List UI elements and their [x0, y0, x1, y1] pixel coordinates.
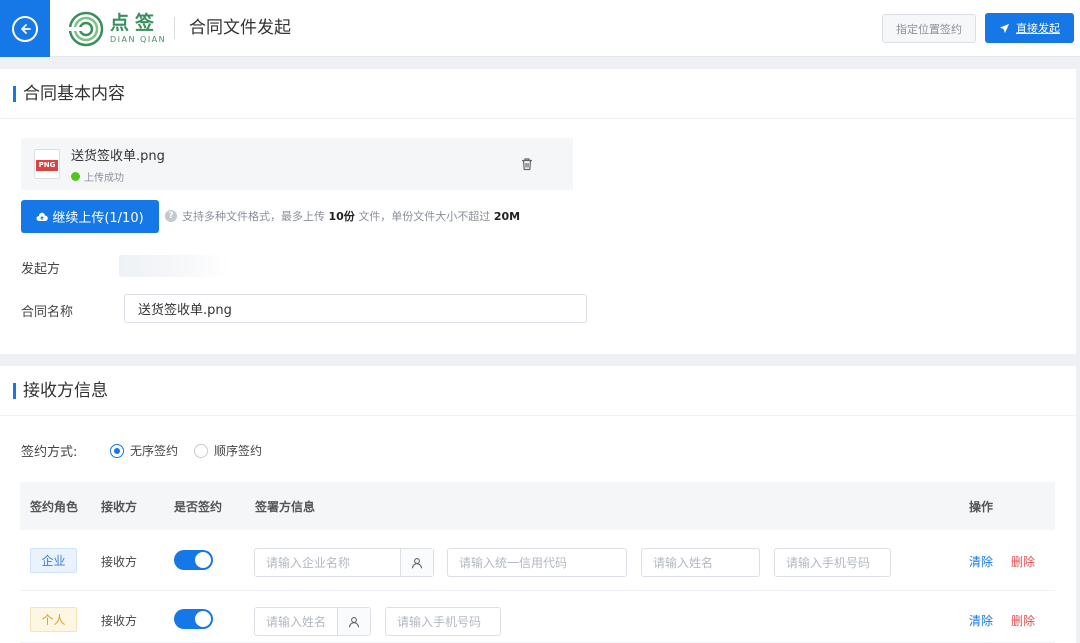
- receiver-label: 接收方: [101, 555, 138, 569]
- contract-name-label: 合同名称: [21, 305, 74, 320]
- file-name: 送货签收单.png: [71, 149, 165, 164]
- page-title: 合同文件发起: [189, 18, 291, 38]
- logo-text-cn: 点签: [110, 12, 161, 34]
- table-header: 签约角色 接收方 是否签约 签署方信息 操作: [20, 482, 1055, 530]
- logo-text-en: DIAN QIAN: [110, 35, 167, 44]
- upload-status-text: 上传成功: [84, 173, 124, 184]
- tip-max-files: 10份: [328, 210, 355, 223]
- success-dot-icon: [71, 172, 80, 181]
- section-accent-bar: [13, 383, 16, 399]
- radio-ordered[interactable]: 顺序签约: [194, 442, 262, 459]
- col-actions: 操作: [969, 500, 994, 514]
- sign-toggle[interactable]: [174, 550, 213, 570]
- png-file-icon: PNG: [34, 149, 60, 179]
- delete-link[interactable]: 删除: [1011, 553, 1035, 570]
- file-type-tag: PNG: [36, 160, 58, 171]
- locate-sign-button[interactable]: 指定位置签约: [882, 14, 976, 43]
- arrow-left-icon: [12, 15, 38, 42]
- role-badge-individual: 个人: [30, 607, 77, 632]
- radio-selected-icon: [110, 443, 124, 458]
- radio-unordered[interactable]: 无序签约: [110, 442, 178, 459]
- role-badge-enterprise: 企业: [30, 548, 77, 573]
- section-title: 接收方信息: [23, 381, 108, 401]
- upload-status: 上传成功: [71, 169, 124, 184]
- phone-input[interactable]: 请输入手机号码: [774, 548, 891, 577]
- col-sign: 是否签约: [174, 500, 223, 514]
- col-signer-info: 签署方信息: [255, 500, 316, 514]
- continue-upload-label: 继续上传(1/10): [52, 211, 144, 226]
- receiver-label: 接收方: [101, 614, 138, 628]
- radio-ordered-label: 顺序签约: [214, 444, 263, 458]
- initiator-value-redacted: [119, 255, 229, 277]
- divider: [174, 17, 175, 39]
- question-icon: ?: [165, 210, 177, 222]
- tip-middle: 文件，单份文件大小不超过: [358, 210, 491, 223]
- signer-name-placeholder: 请输入姓名: [266, 615, 327, 629]
- delete-link[interactable]: 删除: [1011, 612, 1035, 629]
- uploaded-file-item: PNG 送货签收单.png 上传成功: [21, 138, 573, 190]
- radio-unselected-icon: [194, 443, 208, 458]
- company-name-placeholder: 请输入企业名称: [266, 556, 351, 570]
- col-role: 签约角色: [30, 500, 79, 514]
- logo-mark-icon: [68, 11, 104, 47]
- sign-toggle[interactable]: [174, 609, 213, 629]
- tip-prefix: 支持多种文件格式，最多上传: [182, 210, 325, 223]
- table-row: 企业 接收方 请输入企业名称 请输入统一信用代码 请输入姓名 请输入手机号码 清…: [20, 531, 1055, 591]
- section-title: 合同基本内容: [23, 84, 125, 104]
- credit-code-input[interactable]: 请输入统一信用代码: [447, 548, 627, 577]
- section-accent-bar: [13, 86, 16, 102]
- contract-basic-section: 合同基本内容 PNG 送货签收单.png 上传成功 继续上传(1/10) ? 支…: [0, 69, 1076, 354]
- cloud-upload-icon: [36, 212, 49, 221]
- brand-logo: 点签 DIAN QIAN: [66, 8, 166, 50]
- contract-name-input[interactable]: 送货签收单.png: [124, 294, 587, 323]
- send-icon: [999, 23, 1010, 33]
- trash-icon[interactable]: [520, 157, 534, 171]
- user-icon[interactable]: [337, 608, 370, 635]
- col-receiver: 接收方: [101, 500, 138, 514]
- tip-max-size: 20M: [493, 210, 521, 223]
- direct-send-label: 直接发起: [1016, 22, 1060, 35]
- user-icon[interactable]: [400, 549, 433, 576]
- radio-unordered-label: 无序签约: [130, 444, 179, 458]
- continue-upload-button[interactable]: 继续上传(1/10): [21, 200, 159, 233]
- signer-name-input[interactable]: 请输入姓名: [254, 607, 371, 636]
- receiver-info-section: 接收方信息 签约方式: 无序签约 顺序签约 签约角色 接收方 是否签约 签署方信…: [0, 366, 1076, 643]
- clear-link[interactable]: 清除: [969, 612, 993, 629]
- initiator-label: 发起方: [21, 262, 61, 277]
- direct-send-button[interactable]: 直接发起: [985, 13, 1074, 43]
- clear-link[interactable]: 清除: [969, 553, 993, 570]
- company-name-input[interactable]: 请输入企业名称: [254, 548, 434, 577]
- back-button[interactable]: [0, 0, 50, 57]
- upload-tip: ? 支持多种文件格式，最多上传 10份 文件，单份文件大小不超过 20M: [165, 208, 520, 224]
- top-bar: 点签 DIAN QIAN 合同文件发起 指定位置签约 直接发起: [0, 0, 1080, 57]
- sign-mode-label: 签约方式:: [21, 445, 78, 460]
- signer-name-input[interactable]: 请输入姓名: [641, 548, 760, 577]
- phone-input[interactable]: 请输入手机号码: [385, 607, 501, 636]
- table-row: 个人 接收方 请输入姓名 请输入手机号码 清除 删除: [20, 592, 1055, 643]
